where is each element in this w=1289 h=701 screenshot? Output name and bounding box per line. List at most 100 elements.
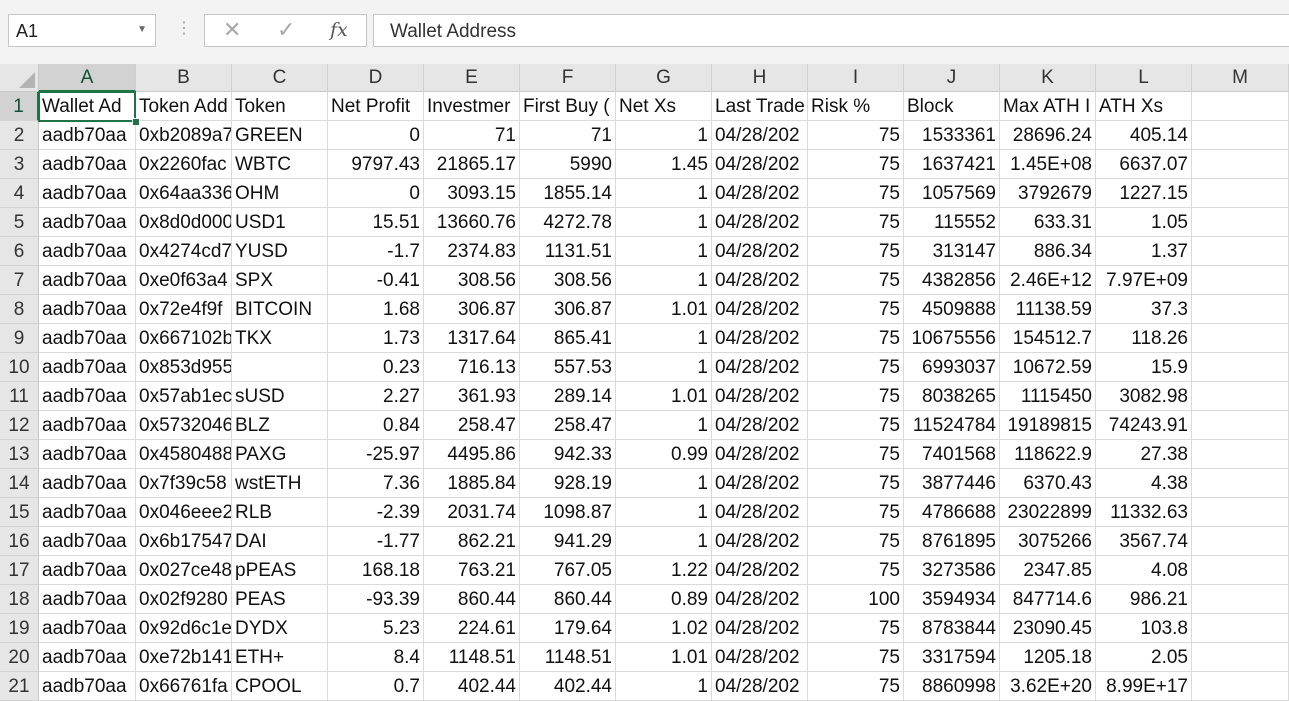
cell-e19[interactable]: 224.61 [424,614,520,643]
cell-i3[interactable]: 75 [808,150,904,179]
cell-h5[interactable]: 04/28/202 [712,208,808,237]
cell-b9[interactable]: 0x667102b [136,324,232,353]
cell-k11[interactable]: 1115450 [1000,382,1096,411]
cell-a9[interactable]: aadb70aa [39,324,136,353]
cell-m12[interactable] [1192,411,1289,440]
cell-g10[interactable]: 1 [616,353,712,382]
cell-h17[interactable]: 04/28/202 [712,556,808,585]
column-header-b[interactable]: B [136,64,232,92]
cell-d12[interactable]: 0.84 [328,411,424,440]
cell-m19[interactable] [1192,614,1289,643]
fill-handle[interactable] [132,118,140,126]
cell-i19[interactable]: 75 [808,614,904,643]
cell-h21[interactable]: 04/28/202 [712,672,808,701]
cell-c21[interactable]: CPOOL [232,672,328,701]
cell-j19[interactable]: 8783844 [904,614,1000,643]
cell-a21[interactable]: aadb70aa [39,672,136,701]
cell-e1[interactable]: Investmer [424,92,520,121]
cell-d19[interactable]: 5.23 [328,614,424,643]
cell-d21[interactable]: 0.7 [328,672,424,701]
row-header-15[interactable]: 15 [0,498,39,527]
cell-h16[interactable]: 04/28/202 [712,527,808,556]
cell-f6[interactable]: 1131.51 [520,237,616,266]
cell-d17[interactable]: 168.18 [328,556,424,585]
cell-l18[interactable]: 986.21 [1096,585,1192,614]
cell-a12[interactable]: aadb70aa [39,411,136,440]
cancel-icon[interactable]: ✕ [223,17,241,43]
cell-k5[interactable]: 633.31 [1000,208,1096,237]
cell-i20[interactable]: 75 [808,643,904,672]
cell-d14[interactable]: 7.36 [328,469,424,498]
cell-b13[interactable]: 0x4580488 [136,440,232,469]
column-header-j[interactable]: J [904,64,1000,92]
cell-i11[interactable]: 75 [808,382,904,411]
row-header-7[interactable]: 7 [0,266,39,295]
cell-b4[interactable]: 0x64aa336 [136,179,232,208]
cell-g12[interactable]: 1 [616,411,712,440]
cell-i4[interactable]: 75 [808,179,904,208]
cell-k6[interactable]: 886.34 [1000,237,1096,266]
cell-m11[interactable] [1192,382,1289,411]
cell-j13[interactable]: 7401568 [904,440,1000,469]
cell-m17[interactable] [1192,556,1289,585]
cell-l21[interactable]: 8.99E+17 [1096,672,1192,701]
cell-k15[interactable]: 23022899 [1000,498,1096,527]
cell-i15[interactable]: 75 [808,498,904,527]
row-header-17[interactable]: 17 [0,556,39,585]
cell-j15[interactable]: 4786688 [904,498,1000,527]
cell-l15[interactable]: 11332.63 [1096,498,1192,527]
cell-b20[interactable]: 0xe72b141 [136,643,232,672]
column-header-l[interactable]: L [1096,64,1192,92]
cell-j2[interactable]: 1533361 [904,121,1000,150]
cell-i10[interactable]: 75 [808,353,904,382]
cell-a8[interactable]: aadb70aa [39,295,136,324]
cell-g16[interactable]: 1 [616,527,712,556]
cell-j12[interactable]: 11524784 [904,411,1000,440]
cell-c12[interactable]: BLZ [232,411,328,440]
cell-e8[interactable]: 306.87 [424,295,520,324]
cell-f21[interactable]: 402.44 [520,672,616,701]
row-header-13[interactable]: 13 [0,440,39,469]
cell-a5[interactable]: aadb70aa [39,208,136,237]
cell-d13[interactable]: -25.97 [328,440,424,469]
cell-g5[interactable]: 1 [616,208,712,237]
cell-b21[interactable]: 0x66761fa [136,672,232,701]
cell-c18[interactable]: PEAS [232,585,328,614]
cell-e13[interactable]: 4495.86 [424,440,520,469]
cell-e15[interactable]: 2031.74 [424,498,520,527]
cell-g11[interactable]: 1.01 [616,382,712,411]
cell-a19[interactable]: aadb70aa [39,614,136,643]
cell-c9[interactable]: TKX [232,324,328,353]
cell-e14[interactable]: 1885.84 [424,469,520,498]
column-header-c[interactable]: C [232,64,328,92]
cell-g3[interactable]: 1.45 [616,150,712,179]
cell-c2[interactable]: GREEN [232,121,328,150]
cell-m7[interactable] [1192,266,1289,295]
cell-m10[interactable] [1192,353,1289,382]
row-header-8[interactable]: 8 [0,295,39,324]
cell-c13[interactable]: PAXG [232,440,328,469]
cell-b5[interactable]: 0x8d0d000 [136,208,232,237]
cell-j9[interactable]: 10675556 [904,324,1000,353]
cell-i7[interactable]: 75 [808,266,904,295]
cell-a3[interactable]: aadb70aa [39,150,136,179]
cell-h11[interactable]: 04/28/202 [712,382,808,411]
cell-b14[interactable]: 0x7f39c58 [136,469,232,498]
row-header-1[interactable]: 1 [0,92,39,121]
name-box[interactable]: A1 ▼ [8,14,156,47]
row-header-6[interactable]: 6 [0,237,39,266]
row-header-5[interactable]: 5 [0,208,39,237]
cell-e17[interactable]: 763.21 [424,556,520,585]
cell-i18[interactable]: 100 [808,585,904,614]
cell-c16[interactable]: DAI [232,527,328,556]
cell-g14[interactable]: 1 [616,469,712,498]
cell-f11[interactable]: 289.14 [520,382,616,411]
row-header-14[interactable]: 14 [0,469,39,498]
cell-i2[interactable]: 75 [808,121,904,150]
cell-b16[interactable]: 0x6b17547 [136,527,232,556]
cell-e4[interactable]: 3093.15 [424,179,520,208]
cell-c15[interactable]: RLB [232,498,328,527]
cell-d2[interactable]: 0 [328,121,424,150]
cell-i9[interactable]: 75 [808,324,904,353]
cell-f12[interactable]: 258.47 [520,411,616,440]
